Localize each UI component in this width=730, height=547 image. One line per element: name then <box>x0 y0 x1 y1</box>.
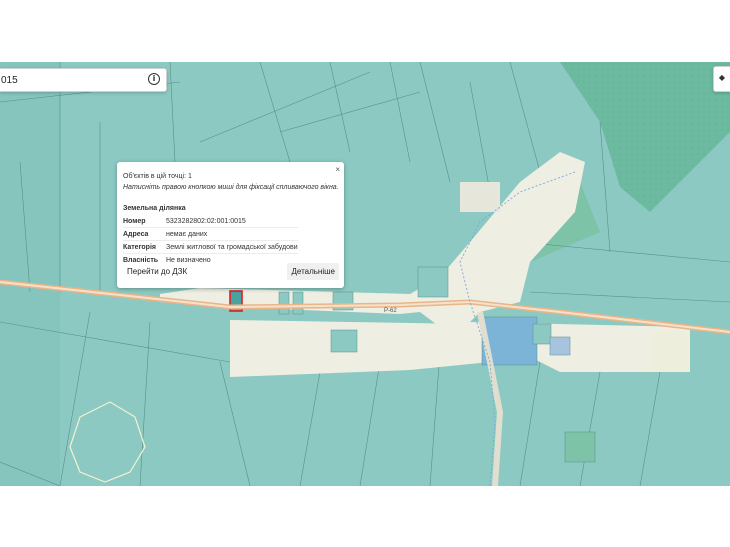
objects-count: Об'єктів в цій точці: 1 <box>123 173 192 180</box>
search-input[interactable] <box>0 69 136 91</box>
table-row: Адреса немає даних <box>123 227 298 241</box>
table-row: Номер 5323282802:02:001:0015 <box>123 215 298 228</box>
row-label: Номер <box>123 215 166 228</box>
road-label: Р-62 <box>384 308 397 314</box>
row-value: Землі житлової та громадської забудови <box>166 240 298 254</box>
map-canvas[interactable]: Р-62 <box>0 62 730 486</box>
parcel-popup: × Об'єктів в цій точці: 1 Натисніть прав… <box>117 162 344 288</box>
search-box: i <box>0 68 167 92</box>
row-value: немає даних <box>166 227 298 241</box>
layers-button[interactable]: ◆ <box>713 66 730 92</box>
go-to-dzk-button[interactable]: Перейти до ДЗК <box>123 263 191 280</box>
info-icon[interactable]: i <box>148 73 160 85</box>
row-label: Адреса <box>123 227 166 241</box>
parcel-info-table: Номер 5323282802:02:001:0015 Адреса нема… <box>123 215 298 266</box>
close-icon[interactable]: × <box>335 165 340 174</box>
section-title: Земельна ділянка <box>123 205 186 212</box>
parcel-area <box>0 62 60 486</box>
table-row: Категорія Землі житлової та громадської … <box>123 240 298 254</box>
row-value: 5323282802:02:001:0015 <box>166 215 298 228</box>
popup-hint: Натисніть правою кнопкою миші для фіксац… <box>123 184 339 191</box>
settlement-area <box>650 332 690 372</box>
map-view[interactable]: Р-62 <box>0 62 730 486</box>
row-label: Категорія <box>123 240 166 254</box>
layers-icon: ◆ <box>718 73 726 82</box>
details-button[interactable]: Детальніше <box>287 263 339 280</box>
